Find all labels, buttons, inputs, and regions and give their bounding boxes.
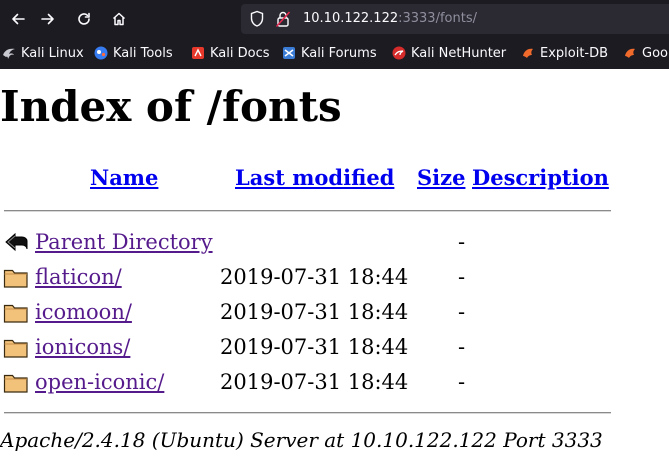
reload-button[interactable] [70, 5, 98, 33]
back-arrow-icon [12, 13, 25, 25]
last-modified-cell: 2019-07-31 18:44 [220, 335, 409, 359]
table-row-parent: Parent Directory - [0, 227, 669, 257]
kali-dragon-icon [3, 48, 15, 59]
browser-toolbar: 10.10.122.122:3333/fonts/ Kali Linux Kal… [0, 0, 669, 69]
size-cell: - [458, 370, 466, 394]
bookmark-label: Kali NetHunter [411, 45, 507, 61]
table-row: flaticon/ 2019-07-31 18:44 - [0, 262, 669, 292]
bookmark-kali-tools[interactable]: Kali Tools [94, 44, 173, 62]
forward-arrow-icon [41, 13, 54, 25]
forward-button[interactable] [34, 5, 62, 33]
kali-tools-icon [94, 46, 108, 60]
bookmark-kali-linux[interactable]: Kali Linux [2, 44, 84, 62]
bookmark-kali-docs[interactable]: Kali Docs [191, 44, 270, 62]
kali-forums-icon [283, 47, 295, 59]
home-icon [112, 12, 126, 26]
size-cell: - [458, 265, 466, 289]
url-host: 10.10.122.122 [303, 11, 399, 26]
folder-link[interactable]: icomoon/ [35, 299, 132, 325]
reload-icon [78, 12, 90, 25]
parent-directory-link[interactable]: Parent Directory [35, 229, 213, 255]
folder-icon [3, 339, 28, 358]
header-divider [4, 210, 611, 212]
tracking-protection-shield-icon[interactable] [249, 10, 265, 28]
size-cell: - [458, 335, 466, 359]
folder-icon [3, 269, 28, 288]
exploit-db-icon [523, 48, 533, 58]
bookmark-label: Exploit-DB [540, 45, 609, 61]
last-modified-cell: 2019-07-31 18:44 [220, 300, 409, 324]
kali-docs-icon [192, 47, 204, 59]
last-modified-cell: 2019-07-31 18:44 [220, 370, 409, 394]
bookmark-kali-nethunter[interactable]: Kali NetHunter [392, 44, 506, 62]
size-cell: - [458, 230, 466, 254]
column-header-size[interactable]: Size [417, 165, 465, 191]
table-row: icomoon/ 2019-07-31 18:44 - [0, 297, 669, 327]
column-header-last-modified[interactable]: Last modified [235, 165, 394, 191]
insecure-lock-icon[interactable] [275, 10, 291, 28]
url-path: :3333/fonts/ [398, 11, 477, 26]
bookmark-label: Kali Forums [301, 45, 377, 61]
table-row: open-iconic/ 2019-07-31 18:44 - [0, 367, 669, 397]
back-arrow-icon [5, 232, 28, 252]
folder-icon [3, 374, 28, 393]
size-cell: - [458, 300, 466, 324]
bookmark-google-hacking-db[interactable]: Goo [623, 44, 668, 62]
folder-link[interactable]: ionicons/ [35, 334, 130, 360]
google-hacking-db-icon [625, 48, 635, 58]
page-title: Index of /fonts [0, 82, 342, 131]
kali-nethunter-icon [392, 46, 406, 60]
server-signature: Apache/2.4.18 (Ubuntu) Server at 10.10.1… [0, 428, 603, 452]
bookmark-label: Kali Linux [21, 45, 84, 61]
url-text[interactable]: 10.10.122.122:3333/fonts/ [303, 10, 477, 28]
folder-link[interactable]: flaticon/ [35, 264, 122, 290]
bookmark-label: Goo [642, 45, 668, 61]
address-bar[interactable]: 10.10.122.122:3333/fonts/ [241, 4, 669, 34]
folder-link[interactable]: open-iconic/ [35, 369, 164, 395]
footer-divider [4, 412, 611, 414]
bookmarks-toolbar: Kali Linux Kali Tools Kali Docs Kali For… [0, 41, 669, 65]
table-row: ionicons/ 2019-07-31 18:44 - [0, 332, 669, 362]
folder-icon [3, 304, 28, 323]
directory-listing-page: Index of /fonts Name Last modified Size … [0, 69, 669, 472]
column-header-description[interactable]: Description [472, 165, 609, 191]
back-button[interactable] [4, 5, 32, 33]
bookmark-kali-forums[interactable]: Kali Forums [282, 44, 377, 62]
column-header-name[interactable]: Name [90, 165, 158, 191]
home-button[interactable] [105, 5, 133, 33]
last-modified-cell: 2019-07-31 18:44 [220, 265, 409, 289]
bookmark-label: Kali Tools [113, 45, 173, 61]
bookmark-label: Kali Docs [210, 45, 270, 61]
bookmark-exploit-db[interactable]: Exploit-DB [521, 44, 608, 62]
